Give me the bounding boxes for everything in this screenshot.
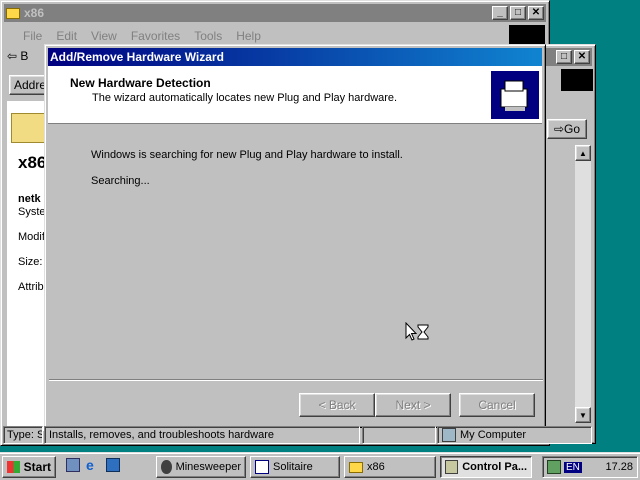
maximize-button[interactable]: □ xyxy=(510,6,526,20)
outlook-express-icon[interactable] xyxy=(106,458,120,472)
control-panel-icon xyxy=(445,460,459,474)
wizard-titlebar[interactable]: Add/Remove Hardware Wizard xyxy=(48,48,542,66)
explorer-title: x86 xyxy=(24,6,45,20)
menu-file[interactable]: File xyxy=(23,29,42,43)
taskbar: Start e Minesweeper Solitaire x86 Contro… xyxy=(0,452,640,480)
hardware-icon xyxy=(491,71,539,119)
modified-label: Modif xyxy=(18,231,45,243)
status-empty xyxy=(362,426,436,444)
minimize-button[interactable]: _ xyxy=(492,6,508,20)
explorer-menubar: File Edit View Favorites Tools Help xyxy=(23,29,275,43)
minesweeper-icon xyxy=(161,460,172,474)
hardware-wizard-dialog: Add/Remove Hardware Wizard New Hardware … xyxy=(44,44,546,428)
status-zone: My Computer xyxy=(437,426,592,444)
task-control-panel-label: Control Pa... xyxy=(462,461,527,473)
address-label: Addre xyxy=(9,75,49,95)
windows-flag-icon xyxy=(7,461,20,473)
back-button[interactable]: < Back xyxy=(299,393,375,417)
wizard-title: Add/Remove Hardware Wizard xyxy=(50,50,224,64)
wizard-header-title: New Hardware Detection xyxy=(70,76,211,90)
status-type-text: Type: S xyxy=(7,429,43,441)
language-indicator[interactable]: EN xyxy=(564,461,582,473)
maximize-button[interactable]: □ xyxy=(556,50,572,64)
task-minesweeper[interactable]: Minesweeper xyxy=(156,456,246,478)
internet-explorer-icon[interactable]: e xyxy=(86,458,100,472)
status-description: Installs, removes, and troubleshoots har… xyxy=(44,426,360,444)
task-solitaire-label: Solitaire xyxy=(273,461,313,473)
menu-tools[interactable]: Tools xyxy=(194,29,222,43)
folder-icon xyxy=(6,7,20,19)
vertical-scrollbar[interactable]: ▲ ▼ xyxy=(575,145,591,423)
scroll-down-button[interactable]: ▼ xyxy=(575,407,591,423)
windows-logo-icon xyxy=(561,69,593,91)
start-button[interactable]: Start xyxy=(2,456,56,478)
folder-icon xyxy=(349,461,363,473)
task-x86[interactable]: x86 xyxy=(344,456,436,478)
address-label-text: Addre xyxy=(14,78,47,92)
explorer-titlebar[interactable]: x86 _ □ ✕ xyxy=(4,4,546,22)
task-x86-label: x86 xyxy=(367,461,385,473)
webview-panel: x86 netk Syste Modif Size: Attrib xyxy=(7,101,51,431)
menu-view[interactable]: View xyxy=(91,29,117,43)
show-desktop-icon[interactable] xyxy=(66,458,80,472)
status-description-text: Installs, removes, and troubleshoots har… xyxy=(49,429,275,441)
scroll-up-button[interactable]: ▲ xyxy=(575,145,591,161)
item-name: netk xyxy=(18,193,41,205)
solitaire-icon xyxy=(255,460,269,474)
close-button[interactable]: ✕ xyxy=(574,50,590,64)
explorer-toolbar: ⇦ B xyxy=(7,49,28,63)
folder-title: x86 xyxy=(18,153,47,172)
wizard-header-subtitle: The wizard automatically locates new Plu… xyxy=(92,92,398,104)
network-icon[interactable] xyxy=(547,460,561,474)
go-arrow-icon: ⇨ xyxy=(553,122,565,136)
status-left: Type: S xyxy=(3,426,43,444)
attributes-label: Attrib xyxy=(18,281,44,293)
task-minesweeper-label: Minesweeper xyxy=(175,461,241,473)
cancel-button[interactable]: Cancel xyxy=(459,393,535,417)
status-zone-text: My Computer xyxy=(460,429,527,441)
wizard-status-text: Searching... xyxy=(91,175,150,187)
wizard-header: New Hardware Detection The wizard automa… xyxy=(48,66,542,124)
back-button-label[interactable]: B xyxy=(20,49,28,63)
close-button[interactable]: ✕ xyxy=(528,6,544,20)
menu-edit[interactable]: Edit xyxy=(56,29,77,43)
my-computer-icon xyxy=(442,428,456,442)
item-type: Syste xyxy=(18,206,46,218)
next-button[interactable]: Next > xyxy=(375,393,451,417)
system-tray: EN 17.28 xyxy=(542,456,638,478)
go-label: Go xyxy=(564,122,581,136)
task-control-panel[interactable]: Control Pa... xyxy=(440,456,532,478)
size-label: Size: xyxy=(18,256,43,268)
menu-favorites[interactable]: Favorites xyxy=(131,29,180,43)
busy-cursor-icon xyxy=(405,322,429,341)
task-solitaire[interactable]: Solitaire xyxy=(250,456,340,478)
back-arrow-icon[interactable]: ⇦ xyxy=(7,49,20,63)
start-label: Start xyxy=(23,460,51,474)
wizard-separator xyxy=(49,379,543,381)
go-button[interactable]: ⇨ Go xyxy=(547,119,587,139)
wizard-body-text: Windows is searching for new Plug and Pl… xyxy=(91,149,403,161)
menu-help[interactable]: Help xyxy=(236,29,261,43)
quick-launch: e xyxy=(66,458,120,472)
clock[interactable]: 17.28 xyxy=(605,461,633,473)
